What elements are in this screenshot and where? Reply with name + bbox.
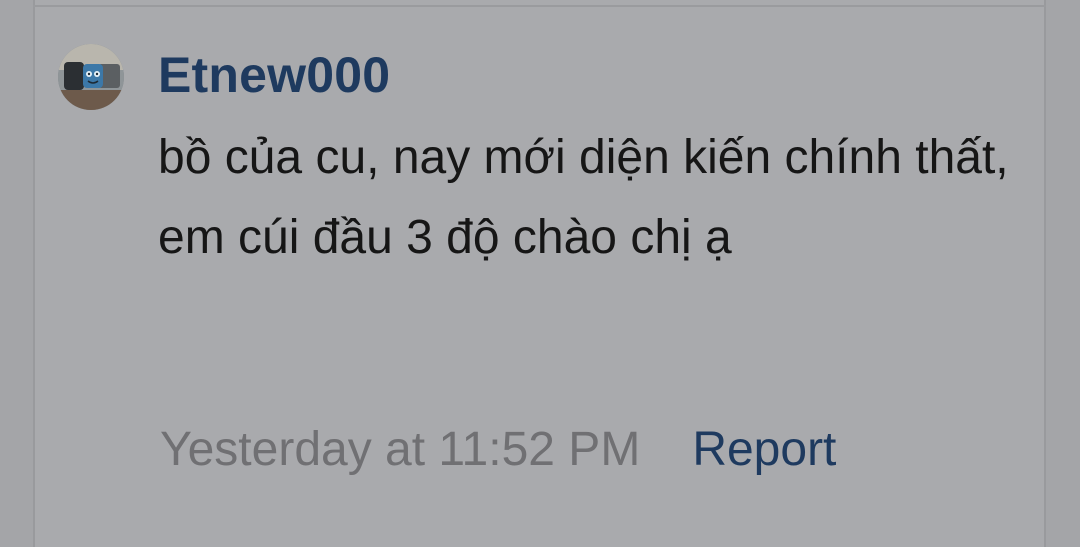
divider bbox=[33, 5, 1046, 7]
report-link[interactable]: Report bbox=[692, 418, 836, 482]
user-avatar-icon bbox=[58, 44, 124, 110]
page: Etnew000 bồ của cu, nay mới diện kiến ch… bbox=[0, 0, 1080, 547]
comment-meta: Yesterday at 11:52 PM Report bbox=[160, 418, 836, 482]
comment-timestamp[interactable]: Yesterday at 11:52 PM bbox=[160, 418, 640, 482]
comment-text: bồ của cu, nay mới diện kiến chính thất,… bbox=[158, 131, 1009, 264]
user-avatar[interactable] bbox=[58, 44, 124, 110]
username-link[interactable]: Etnew000 bbox=[158, 44, 390, 106]
